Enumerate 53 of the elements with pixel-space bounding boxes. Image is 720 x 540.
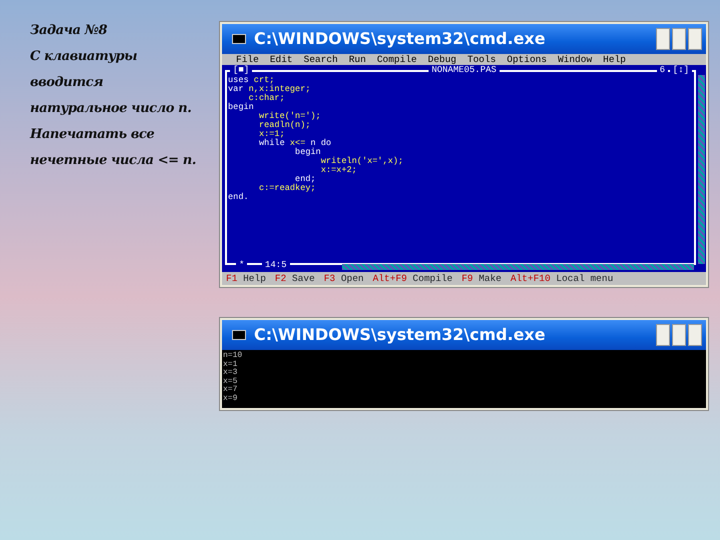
task-text-line: вводится [30,74,104,92]
window-number: 6 [656,65,668,75]
code-line: end; [295,175,317,184]
task-text-line: С клавиатуры [30,48,138,66]
window-title: C:\WINDOWS\system32\cmd.exe [254,28,546,50]
menu-item[interactable]: File [236,54,259,65]
task-text-line: Напечатать все [30,126,156,144]
status-hint[interactable]: F3 Open [324,272,364,285]
code-line: c:=readkey; [258,184,317,193]
zoom-box[interactable]: [↕] [670,65,692,75]
code-line: writeln('x=',x); [320,157,404,166]
code-line: var n,x:integer; [228,85,312,94]
menu-item[interactable]: Edit [270,54,293,65]
cursor-position: 14:5 [262,260,290,270]
output-line: x=3 [223,369,238,378]
code-line: x:=1; [258,130,286,139]
menu-item[interactable]: Debug [428,54,456,65]
status-hint[interactable]: F2 Save [274,272,315,285]
task-text-line: Задача №8 [30,22,108,40]
menu-item[interactable]: Run [348,54,366,65]
menu-item[interactable]: Window [558,54,592,65]
output-line: x=5 [223,378,238,386]
menu-item[interactable]: Tools [467,54,496,65]
output-line: n=10 [223,352,244,360]
output-line: x=1 [223,360,238,369]
close-box[interactable]: [■] [230,65,252,75]
console-icon [232,330,246,340]
code-line: begin [228,103,255,112]
status-hint[interactable]: Alt+F10 Local menu [510,272,614,285]
task-text-line: натуральное число n. [30,100,192,118]
code-line: begin [294,148,321,157]
file-name: NONAME05.PAS [428,65,500,75]
menu-item[interactable]: Options [506,54,547,65]
menu-item[interactable]: Compile [376,54,417,65]
output-line: x=7 [223,386,238,394]
code-line: write('n='); [258,112,322,121]
status-hint[interactable]: F1 Help [226,272,266,285]
horizontal-scrollbar[interactable] [342,264,694,270]
code-line: c:char; [248,94,286,103]
code-line: while x<= n do [258,139,332,148]
vertical-scrollbar[interactable] [698,75,705,264]
console-icon [232,34,246,44]
status-hint[interactable]: Alt+F9 Compile [372,272,453,285]
task-text-line: нечетные числа <= n. [30,152,197,170]
code-line: uses crt; [228,76,274,85]
output-line: x=9 [223,394,238,404]
status-hint[interactable]: F9 Make [462,272,502,285]
code-line: end. [228,193,250,202]
menu-item[interactable]: Search [304,54,338,65]
code-line: readln(n); [258,121,312,130]
code-line: x:=x+2; [320,166,358,175]
menu-item[interactable]: Help [603,54,626,65]
window-title: C:\WINDOWS\system32\cmd.exe [254,324,546,346]
